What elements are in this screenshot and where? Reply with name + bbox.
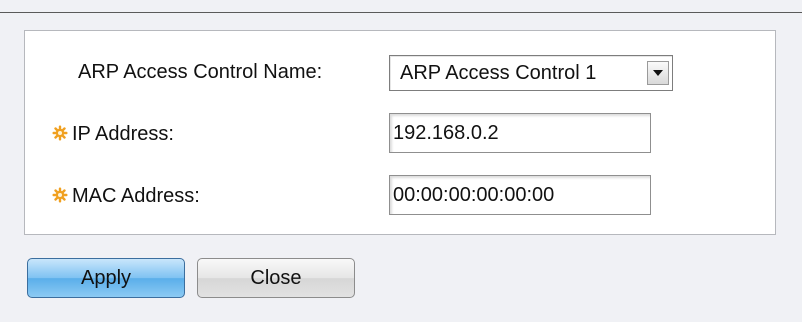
arp-access-form: ARP Access Control Name: ARP Access Cont… <box>24 30 776 235</box>
arp-access-control-name-select[interactable]: ARP Access Control 1 <box>389 55 673 91</box>
required-icon <box>52 125 68 141</box>
close-button[interactable]: Close <box>197 258 355 298</box>
chevron-down-icon[interactable] <box>647 61 669 85</box>
required-icon <box>52 187 68 203</box>
select-value: ARP Access Control 1 <box>400 62 597 84</box>
arp-access-control-name-label: ARP Access Control Name: <box>78 61 323 83</box>
apply-button[interactable]: Apply <box>27 258 185 298</box>
header-divider <box>0 0 802 13</box>
mac-address-input[interactable] <box>389 175 651 215</box>
ip-address-input[interactable] <box>389 113 651 153</box>
mac-address-label: MAC Address: <box>72 185 200 207</box>
ip-address-label: IP Address: <box>72 123 174 145</box>
